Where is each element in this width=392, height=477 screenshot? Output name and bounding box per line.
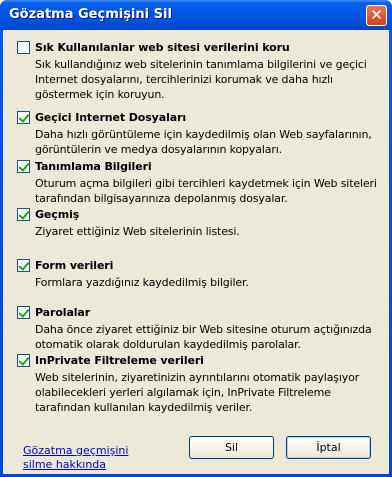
dialog-body: Sık Kullanılanlar web sitesi verilerini … (3, 30, 389, 474)
option-inprivate-filtering: InPrivate Filtreleme verileri Web sitele… (17, 353, 377, 415)
close-button[interactable]: ✕ (366, 5, 387, 26)
title-bar[interactable]: Gözatma Geçmişini Sil ✕ (0, 0, 392, 30)
checkbox-history[interactable] (17, 208, 30, 221)
window-title: Gözatma Geçmişini Sil (9, 7, 172, 22)
option-description: Ziyaret ettiğiniz Web sitelerinin listes… (35, 225, 240, 238)
cancel-button[interactable]: İptal (286, 436, 371, 459)
help-link[interactable]: Gözatma geçmişini silme hakkında (23, 444, 153, 472)
option-label[interactable]: Form verileri (35, 259, 113, 272)
option-label[interactable]: InPrivate Filtreleme verileri (35, 354, 204, 367)
delete-button[interactable]: Sil (189, 436, 274, 459)
option-description: Web sitelerinin, ziyaretinizin ayrıntıla… (35, 371, 360, 414)
option-label[interactable]: Geçmiş (35, 208, 79, 221)
option-label[interactable]: Parolalar (35, 306, 90, 319)
option-description: Daha hızlı görüntüleme için kaydedilmiş … (35, 128, 372, 156)
option-preserve-favorites: Sık Kullanılanlar web sitesi verilerini … (17, 40, 377, 102)
checkbox-passwords[interactable] (17, 306, 30, 319)
checkbox-inprivate-filtering[interactable] (17, 354, 30, 367)
option-label[interactable]: Sık Kullanılanlar web sitesi verilerini … (35, 41, 290, 54)
option-label[interactable]: Tanımlama Bilgileri (35, 160, 152, 173)
option-temp-files: Geçici Internet Dosyaları Daha hızlı gör… (17, 110, 377, 157)
checkbox-temp-files[interactable] (17, 111, 30, 124)
option-description: Oturum açma bilgileri gibi tercihleri ka… (35, 177, 377, 205)
dialog-window: Gözatma Geçmişini Sil ✕ Sık Kullanılanla… (0, 0, 392, 477)
checkbox-cookies[interactable] (17, 160, 30, 173)
option-description: Sık kullandığınız web sitelerinin tanıml… (35, 58, 367, 101)
checkbox-form-data[interactable] (17, 259, 30, 272)
option-form-data: Form verileri Formlara yazdığınız kayded… (17, 258, 377, 290)
option-passwords: Parolalar Daha önce ziyaret ettiğiniz bi… (17, 305, 377, 352)
checkbox-preserve-favorites[interactable] (17, 41, 30, 54)
option-cookies: Tanımlama Bilgileri Oturum açma bilgiler… (17, 159, 377, 206)
option-history: Geçmiş Ziyaret ettiğiniz Web sitelerinin… (17, 207, 377, 239)
option-description: Daha önce ziyaret ettiğiniz bir Web site… (35, 323, 372, 351)
option-label[interactable]: Geçici Internet Dosyaları (35, 111, 186, 124)
option-description: Formlara yazdığınız kaydedilmiş bilgiler… (35, 276, 249, 289)
